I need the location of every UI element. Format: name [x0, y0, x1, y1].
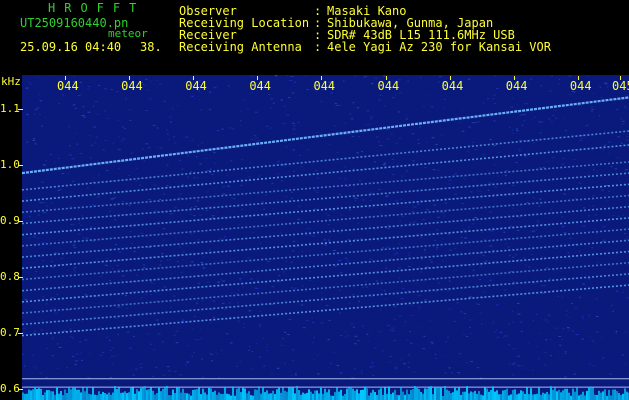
spectrogram-svg — [22, 75, 629, 400]
x-tick-label: 044 — [569, 79, 592, 93]
y-tick-mark — [18, 220, 23, 222]
signal-trace — [22, 273, 629, 326]
x-tick-mark — [321, 76, 323, 80]
x-tick-label: 044 — [505, 79, 528, 93]
signal-trace — [22, 96, 629, 175]
signal-trace — [22, 205, 629, 258]
mode-label: meteor — [108, 27, 148, 40]
signal-trace — [22, 261, 629, 314]
y-tick-label: 1.0 — [0, 157, 20, 171]
antenna-label: Receiving Antenna — [179, 40, 302, 54]
spectrogram-screen: HROFFT UT2509160440.pn meteor 25.09.16 0… — [0, 0, 629, 400]
y-tick-label: 1.1 — [0, 101, 20, 115]
x-tick-mark — [577, 76, 579, 80]
y-tick-mark — [18, 164, 23, 166]
event-count: 38. — [140, 40, 162, 54]
y-tick-mark — [18, 276, 23, 278]
signal-trace — [22, 250, 629, 303]
x-tick-mark — [620, 76, 621, 80]
signal-trace — [22, 144, 629, 202]
signal-trace — [22, 239, 629, 292]
spectrogram-plot — [22, 75, 629, 400]
signal-level-strip — [22, 386, 629, 400]
y-tick-mark — [18, 108, 23, 110]
y-tick-label: 0.7 — [0, 325, 20, 339]
x-tick-label: 044 — [57, 79, 79, 93]
x-tick-label: 044 — [121, 79, 143, 93]
x-tick-label: 044 — [313, 79, 336, 93]
y-tick-label: 0.8 — [0, 269, 20, 283]
x-tick-label: 044 — [249, 79, 272, 93]
signal-trace — [22, 217, 629, 270]
x-tick-mark — [513, 76, 515, 80]
x-tick-label: 044 — [377, 79, 400, 93]
x-tick-mark — [129, 76, 131, 80]
x-tick-label: 0450 — [612, 79, 629, 93]
x-tick-label: 044 — [441, 79, 464, 93]
signal-trace — [22, 284, 629, 337]
noise-speckle — [22, 75, 629, 379]
signal-trace — [22, 161, 629, 214]
signal-trace — [22, 228, 629, 281]
y-tick-mark — [18, 388, 23, 390]
x-tick-mark — [193, 76, 195, 80]
y-tick-label: 0.6 — [0, 381, 20, 395]
x-tick-mark — [449, 76, 451, 80]
x-tick-mark — [65, 76, 66, 80]
signal-trace — [22, 194, 629, 247]
x-tick-mark — [257, 76, 259, 80]
timestamp: 25.09.16 04:40 — [20, 40, 122, 54]
x-tick-mark — [385, 76, 387, 80]
signal-trace — [22, 183, 629, 236]
antenna-colon: : — [314, 40, 322, 54]
x-tick-label: 044 — [185, 79, 207, 93]
y-tick-label: 0.9 — [0, 213, 20, 227]
y-tick-mark — [18, 332, 23, 334]
antenna-value: 4ele Yagi Az 230 for Kansai VOR — [327, 40, 551, 54]
app-brand: HROFFT — [48, 1, 146, 15]
y-axis-unit: kHz — [1, 75, 21, 88]
